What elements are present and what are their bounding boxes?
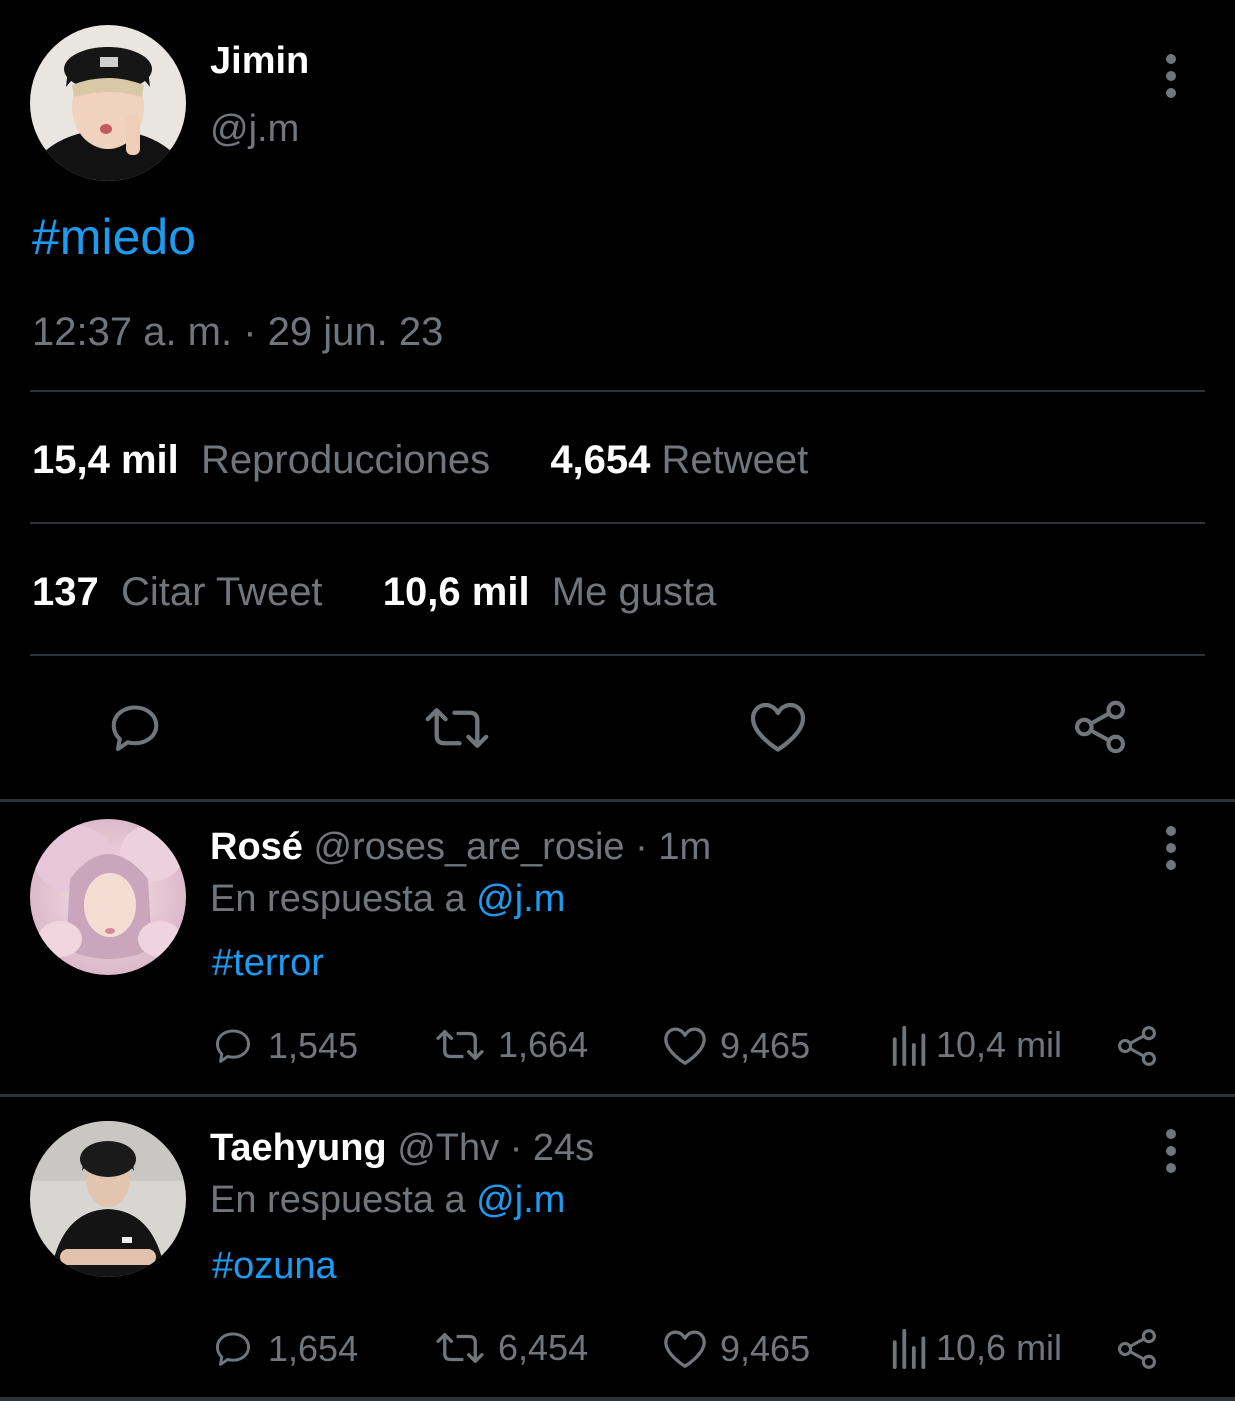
views-label: Reproducciones <box>201 438 491 482</box>
reply-header: Rosé @roses_are_rosie · 1m <box>210 826 711 869</box>
like-button[interactable]: 9,465 <box>662 1327 810 1371</box>
retweet-icon <box>436 1333 484 1363</box>
divider <box>0 1397 1235 1401</box>
reply-context: En respuesta a @j.m <box>210 1179 565 1222</box>
reply-icon <box>215 1029 251 1063</box>
reply-tweet[interactable]: Taehyung @Thv · 24s En respuesta a @j.m … <box>0 1097 1235 1397</box>
author-handle[interactable]: @j.m <box>210 108 299 151</box>
likes-label: Me gusta <box>551 570 717 614</box>
separator-dot: · <box>635 826 648 868</box>
divider <box>30 522 1205 524</box>
avatar[interactable] <box>30 819 186 975</box>
views-icon <box>892 1025 926 1066</box>
likes-count: 10,6 mil <box>382 570 530 614</box>
tweet-detail-page: Jimin @j.m #miedo 12:37 a. m. · 29 jun. … <box>0 0 1235 1401</box>
reply-author-name[interactable]: Taehyung <box>210 1127 387 1169</box>
reply-author-handle[interactable]: @roses_are_rosie <box>313 826 624 868</box>
retweet-button[interactable]: 6,454 <box>434 1327 588 1369</box>
reply-prefix: En respuesta a <box>210 878 466 920</box>
tweet-text[interactable]: #miedo <box>32 208 196 266</box>
like-count: 9,465 <box>720 1328 811 1369</box>
reply-age: 24s <box>532 1127 595 1169</box>
reply-action-bar: 1,654 6,454 9,465 10,6 mil <box>210 1327 1170 1377</box>
reply-icon <box>215 1332 251 1366</box>
reply-button[interactable]: 1,545 <box>210 1024 358 1068</box>
reply-count: 1,545 <box>268 1025 359 1066</box>
reply-age: 1m <box>658 826 712 868</box>
retweet-count: 6,454 <box>498 1327 589 1368</box>
reply-button[interactable]: 1,654 <box>210 1327 358 1371</box>
views-count: 10,4 mil <box>936 1024 1063 1065</box>
views-button[interactable]: 10,6 mil <box>890 1327 1062 1369</box>
stats-row: 15,4 mil Reproducciones 4,654 Retweet <box>32 438 808 483</box>
reply-author-name[interactable]: Rosé <box>210 826 303 868</box>
share-icon <box>1118 1026 1156 1066</box>
avatar[interactable] <box>30 1121 186 1277</box>
reply-icon[interactable] <box>104 698 166 758</box>
divider <box>30 654 1205 656</box>
more-options-icon[interactable] <box>1164 1129 1178 1173</box>
reply-author-handle[interactable]: @Thv <box>397 1127 499 1169</box>
retweet-button[interactable]: 1,664 <box>434 1024 588 1066</box>
reply-header: Taehyung @Thv · 24s <box>210 1127 594 1170</box>
views-icon <box>892 1328 926 1369</box>
views-button[interactable]: 10,4 mil <box>890 1024 1062 1066</box>
share-icon[interactable] <box>1070 698 1130 756</box>
more-options-icon[interactable] <box>1164 54 1178 98</box>
like-count: 9,465 <box>720 1025 811 1066</box>
retweet-count: 1,664 <box>498 1024 589 1065</box>
share-button[interactable] <box>1114 1327 1172 1371</box>
avatar[interactable] <box>30 25 186 181</box>
reply-text[interactable]: #ozuna <box>212 1245 337 1288</box>
views-count: 15,4 mil <box>32 438 179 482</box>
views-count: 10,6 mil <box>936 1327 1063 1368</box>
divider <box>30 390 1205 392</box>
views-stat[interactable]: 15,4 mil Reproducciones <box>32 438 490 482</box>
like-icon <box>664 1027 706 1065</box>
retweets-label: Retweet <box>661 438 809 482</box>
likes-stat[interactable]: 10,6 mil Me gusta <box>383 570 717 614</box>
retweets-stat[interactable]: 4,654 Retweet <box>550 438 808 482</box>
retweets-count: 4,654 <box>550 438 651 482</box>
retweet-icon[interactable] <box>424 700 490 756</box>
reply-action-bar: 1,545 1,664 9,465 10,4 mil <box>210 1024 1170 1074</box>
quotes-count: 137 <box>32 570 99 614</box>
like-button[interactable]: 9,465 <box>662 1024 810 1068</box>
quotes-stat[interactable]: 137 Citar Tweet <box>32 570 323 614</box>
author-name[interactable]: Jimin <box>210 40 309 83</box>
reply-mention[interactable]: @j.m <box>476 878 565 920</box>
reply-mention[interactable]: @j.m <box>476 1179 565 1221</box>
like-icon <box>664 1330 706 1368</box>
quotes-label: Citar Tweet <box>120 570 323 614</box>
share-button[interactable] <box>1114 1024 1172 1068</box>
like-icon[interactable] <box>748 698 808 756</box>
reply-tweet[interactable]: Rosé @roses_are_rosie · 1m En respuesta … <box>0 802 1235 1094</box>
reply-count: 1,654 <box>268 1328 359 1369</box>
share-icon <box>1118 1329 1156 1369</box>
tweet-timestamp: 12:37 a. m. · 29 jun. 23 <box>32 310 444 354</box>
more-options-icon[interactable] <box>1164 826 1178 870</box>
reply-context: En respuesta a @j.m <box>210 878 565 921</box>
main-tweet: Jimin @j.m #miedo 12:37 a. m. · 29 jun. … <box>0 0 1235 800</box>
stats-row: 137 Citar Tweet 10,6 mil Me gusta <box>32 570 716 615</box>
reply-prefix: En respuesta a <box>210 1179 466 1221</box>
retweet-icon <box>436 1030 484 1060</box>
reply-text[interactable]: #terror <box>212 942 324 985</box>
separator-dot: · <box>509 1127 523 1169</box>
